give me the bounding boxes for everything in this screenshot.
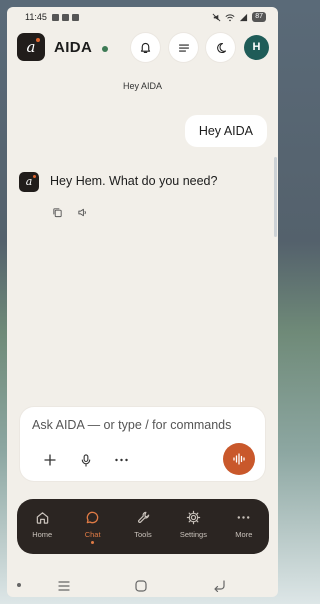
wrench-icon xyxy=(137,511,149,523)
user-avatar[interactable]: H xyxy=(244,35,269,60)
mute-icon xyxy=(212,13,221,21)
more-options-button[interactable] xyxy=(111,450,131,470)
status-right: 87 xyxy=(212,12,266,22)
nav-label: Home xyxy=(32,530,53,539)
recents-button[interactable] xyxy=(57,579,71,597)
message-input[interactable] xyxy=(32,418,257,432)
nav-item-tools[interactable]: Tools xyxy=(118,499,168,554)
home-icon xyxy=(36,512,48,524)
conversation-title: Hey AIDA xyxy=(122,81,162,91)
waveform-icon xyxy=(233,453,245,465)
home-square-icon xyxy=(135,580,147,592)
menu-button[interactable] xyxy=(169,33,198,62)
nav-label: Chat xyxy=(84,530,101,539)
copy-icon[interactable] xyxy=(52,207,63,218)
notifications-button[interactable] xyxy=(131,33,160,62)
recents-icon xyxy=(58,581,70,591)
scrollbar[interactable] xyxy=(274,157,277,237)
notification-icon xyxy=(61,13,69,21)
more-dots-icon xyxy=(237,516,250,519)
microphone-icon xyxy=(81,453,91,467)
notification-icons xyxy=(51,13,79,21)
nav-item-more[interactable]: More xyxy=(219,499,269,554)
gear-icon xyxy=(186,510,201,525)
chat-icon xyxy=(86,511,99,524)
phone-screen: 11:45 87 a AIDA H Hey AIDA Hey AIDA a He… xyxy=(7,7,278,597)
assistant-avatar: a xyxy=(19,172,39,192)
message-actions xyxy=(52,207,88,218)
back-button[interactable] xyxy=(213,579,226,597)
attach-button[interactable] xyxy=(40,450,60,470)
dictate-button[interactable] xyxy=(76,450,96,470)
logo-dot xyxy=(36,38,40,42)
app-logo: a xyxy=(17,33,45,61)
message-composer xyxy=(20,407,265,481)
bottom-nav: Home Chat Tools Settings More xyxy=(17,499,269,554)
nav-item-settings[interactable]: Settings xyxy=(168,499,218,554)
avatar-dot xyxy=(33,175,36,178)
signal-icon xyxy=(240,13,248,21)
menu-icon xyxy=(178,43,189,52)
more-dots-icon xyxy=(114,458,128,462)
online-status-dot xyxy=(102,46,108,52)
nav-item-home[interactable]: Home xyxy=(17,499,67,554)
system-nav-bar xyxy=(7,573,278,597)
moon-icon xyxy=(216,42,226,53)
active-indicator xyxy=(91,541,95,544)
voice-mode-button[interactable] xyxy=(223,443,255,475)
battery-icon: 87 xyxy=(252,12,266,22)
user-message: Hey AIDA xyxy=(184,115,267,147)
notification-icon xyxy=(71,13,79,21)
back-icon xyxy=(214,580,225,593)
app-title: AIDA xyxy=(54,39,93,56)
theme-toggle-button[interactable] xyxy=(206,33,235,62)
home-system-button[interactable] xyxy=(135,579,147,597)
app-header: a AIDA H xyxy=(7,30,278,70)
nav-label: Tools xyxy=(134,530,152,539)
notification-icon xyxy=(51,13,59,21)
assistant-message: Hey Hem. What do you need? xyxy=(50,174,218,188)
status-bar: 11:45 87 xyxy=(7,7,278,27)
plus-icon xyxy=(44,454,56,466)
speaker-icon[interactable] xyxy=(77,207,88,218)
bell-icon xyxy=(140,42,151,53)
nav-dot xyxy=(17,583,21,587)
nav-label: Settings xyxy=(179,530,207,539)
nav-item-chat[interactable]: Chat xyxy=(67,499,117,554)
status-time: 11:45 xyxy=(25,12,47,22)
nav-label: More xyxy=(235,530,253,539)
wifi-icon xyxy=(225,13,235,21)
